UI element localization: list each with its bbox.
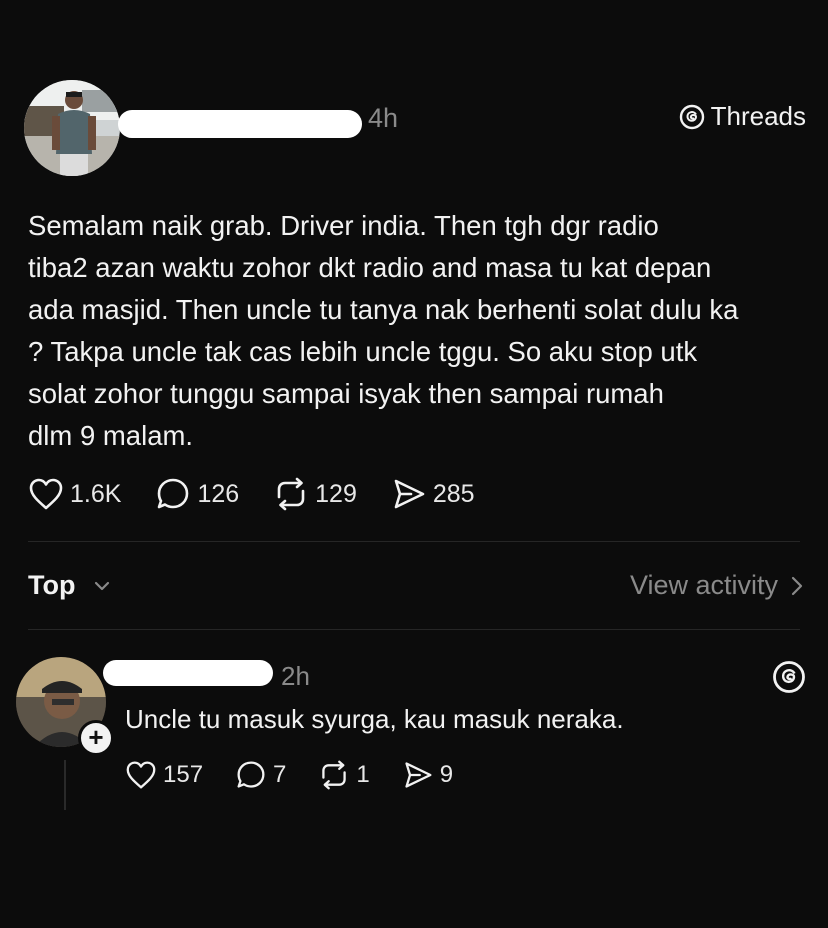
reply-count: 126 (197, 479, 240, 508)
reply-timestamp: 2h (281, 661, 310, 691)
repost-count: 129 (315, 479, 357, 508)
heart-icon (29, 478, 63, 510)
comment-icon (158, 478, 189, 509)
redacted-username (118, 110, 362, 138)
reply-body: Uncle tu masuk syurga, kau masuk neraka. (125, 704, 624, 734)
send-icon (405, 762, 432, 788)
like-button[interactable]: 1.6K (28, 477, 121, 511)
chevron-down-icon[interactable] (92, 576, 112, 596)
post-body: Semalam naik grab. Driver india. Then tg… (28, 210, 739, 451)
threads-screen: 4h Threads Semalam naik grab. Driver ind… (0, 0, 828, 928)
follow-button[interactable]: + (78, 720, 114, 756)
view-activity-label: View activity (629, 570, 778, 600)
reply-button[interactable]: 126 (155, 477, 239, 511)
reply-comment-button[interactable]: 7 (235, 760, 286, 790)
repost-icon (322, 760, 347, 790)
reply-like-count: 157 (163, 761, 204, 788)
threads-logo-icon[interactable] (772, 660, 806, 694)
chevron-right-icon (791, 576, 803, 595)
sort-dropdown[interactable]: Top (28, 570, 75, 601)
threads-logo-icon (679, 104, 704, 129)
like-count: 1.6K (70, 479, 122, 508)
redacted-reply-username (103, 660, 273, 686)
view-activity-link[interactable]: View activity (630, 570, 804, 601)
share-button[interactable]: 285 (391, 477, 475, 511)
post-timestamp: 4h (368, 103, 399, 133)
post-actions: 1.6K 126 129 285 (28, 477, 509, 511)
repost-icon (277, 477, 305, 511)
reply-share-count: 9 (439, 761, 454, 788)
reply-thread-line (64, 760, 66, 810)
reply-comment-count: 7 (273, 761, 287, 788)
share-count: 285 (432, 479, 475, 508)
heart-icon (126, 761, 156, 789)
post-author-avatar[interactable] (24, 80, 120, 176)
reply-like-button[interactable]: 157 (125, 760, 203, 790)
threads-badge[interactable]: Threads (679, 101, 806, 132)
divider-top (28, 541, 800, 542)
reply-actions: 157 7 1 9 (125, 760, 485, 790)
reply-repost-count: 1 (356, 761, 370, 788)
reply-share-button[interactable]: 9 (402, 760, 453, 790)
reply-repost-button[interactable]: 1 (318, 760, 370, 790)
repost-button[interactable]: 129 (273, 477, 357, 511)
send-icon (394, 479, 425, 509)
threads-label: Threads (710, 101, 806, 131)
comment-icon (237, 761, 265, 788)
divider-bottom (28, 629, 800, 630)
